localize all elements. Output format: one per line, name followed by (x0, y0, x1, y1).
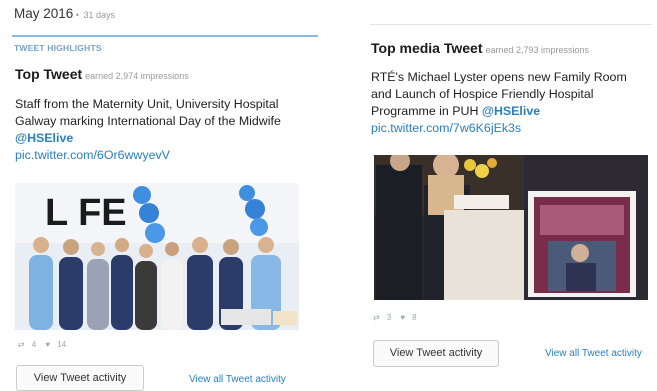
top-tweet-pic-link[interactable]: pic.twitter.com/6Or6wwyevV (15, 147, 305, 164)
top-media-tweet-retweets: 3 (386, 313, 392, 322)
top-media-tweet-photo[interactable] (374, 155, 648, 300)
top-tweet-text: Staff from the Maternity Unit, Universit… (15, 97, 281, 128)
highlights-divider (12, 35, 318, 37)
tweet-highlights-label: TWEET HIGHLIGHTS (14, 43, 102, 53)
retweet-icon: ⇄ (373, 313, 380, 322)
heart-icon: ♥ (45, 340, 51, 349)
retweet-icon: ⇄ (18, 340, 25, 349)
top-tweet-body: Staff from the Maternity Unit, Universit… (15, 96, 305, 164)
period-header: May 2016 • 31 days (14, 6, 115, 21)
top-media-tweet-impressions: earned 2,793 impressions (485, 45, 590, 55)
family-room-launch-photo (374, 155, 648, 300)
top-tweet-heading: Top Tweet earned 2,974 impressions (15, 66, 189, 82)
top-tweet-likes: 14 (57, 340, 67, 349)
photo-sign-text: L FE (45, 192, 127, 234)
top-media-tweet-handle-link[interactable]: @HSElive (482, 104, 540, 118)
view-all-tweet-activity-link-media[interactable]: View all Tweet activity (545, 348, 642, 359)
top-tweet-title: Top Tweet (15, 66, 83, 82)
right-card-divider (370, 24, 652, 25)
view-all-tweet-activity-link[interactable]: View all Tweet activity (189, 374, 286, 385)
top-media-tweet-stats: ⇄ 3 ♥ 8 (373, 313, 424, 322)
top-media-tweet-body: RTÉ's Michael Lyster opens new Family Ro… (371, 69, 641, 137)
top-tweet-photo[interactable]: L FE (15, 183, 299, 330)
heart-icon: ♥ (400, 313, 406, 322)
top-tweet-impressions: earned 2,974 impressions (85, 71, 189, 81)
top-media-tweet-pic-link[interactable]: pic.twitter.com/7w6K6jEk3s (371, 120, 641, 137)
top-media-tweet-likes: 8 (412, 313, 417, 322)
top-media-tweet-title: Top media Tweet (371, 40, 483, 56)
midwives-group-photo: L FE (15, 183, 299, 330)
period-separator: • (73, 10, 82, 20)
top-tweet-retweets: 4 (31, 340, 37, 349)
period-month: May 2016 (14, 6, 74, 21)
top-tweet-stats: ⇄ 4 ♥ 14 (18, 340, 73, 349)
top-tweet-handle-link[interactable]: @HSElive (15, 131, 73, 145)
view-tweet-activity-button[interactable]: View Tweet activity (16, 365, 144, 391)
view-tweet-activity-button-media[interactable]: View Tweet activity (373, 340, 499, 367)
top-media-tweet-heading: Top media Tweet earned 2,793 impressions (371, 40, 589, 56)
period-days: 31 days (83, 10, 115, 20)
